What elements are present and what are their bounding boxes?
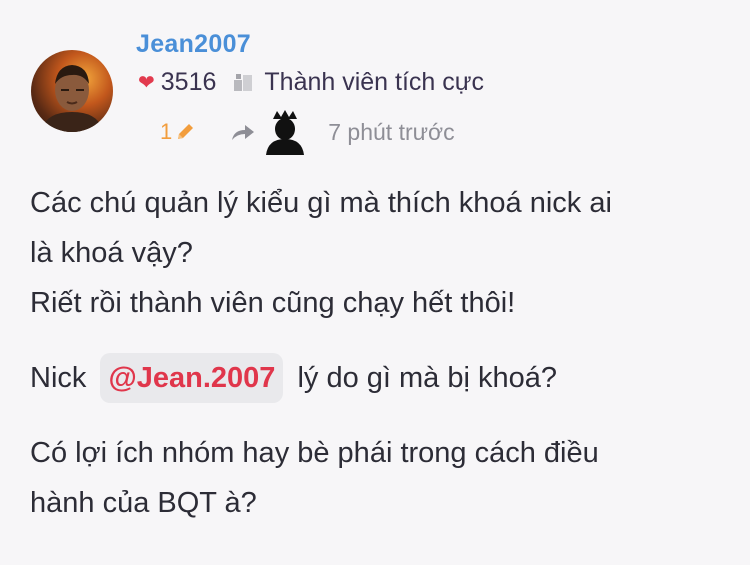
avatar[interactable] — [31, 50, 113, 132]
user-mention[interactable]: @Jean.2007 — [100, 353, 284, 403]
content-text: lý do gì mà bị khoá? — [297, 362, 558, 394]
heart-icon: ❤ — [138, 71, 155, 94]
user-rank: Thành viên tích cực — [264, 67, 485, 96]
avatar-portrait — [41, 65, 103, 132]
post-time: 7 phút trước — [328, 118, 455, 145]
content-line: Có lợi ích nhóm hay bè phái trong cách đ… — [30, 437, 599, 469]
content-line: Nick @Jean.2007 lý do gì mà bị khoá? — [30, 353, 730, 403]
crown-avatar-icon[interactable] — [262, 109, 308, 155]
reputation-count: 3516 — [160, 67, 217, 96]
content-text: Nick — [30, 362, 87, 394]
rank-icon — [232, 71, 254, 93]
edit-count[interactable]: 1 — [160, 119, 172, 145]
content-line: hành của BQT à? — [30, 487, 257, 519]
content-line: Riết rồi thành viên cũng chạy hết thôi! — [30, 287, 516, 319]
share-icon[interactable] — [230, 121, 256, 143]
content-line: là khoá vậy? — [30, 237, 193, 269]
forum-post: Jean2007 ❤ 3516 Thành viên tích cực 1 7 … — [0, 0, 750, 565]
content-line: Các chú quản lý kiểu gì mà thích khoá ni… — [30, 187, 612, 219]
username[interactable]: Jean2007 — [136, 30, 251, 59]
post-content: Các chú quản lý kiểu gì mà thích khoá ni… — [30, 178, 730, 528]
user-stats: ❤ 3516 Thành viên tích cực — [136, 66, 484, 98]
post-meta: 1 7 phút trước — [160, 109, 455, 155]
pencil-icon[interactable] — [174, 121, 196, 143]
